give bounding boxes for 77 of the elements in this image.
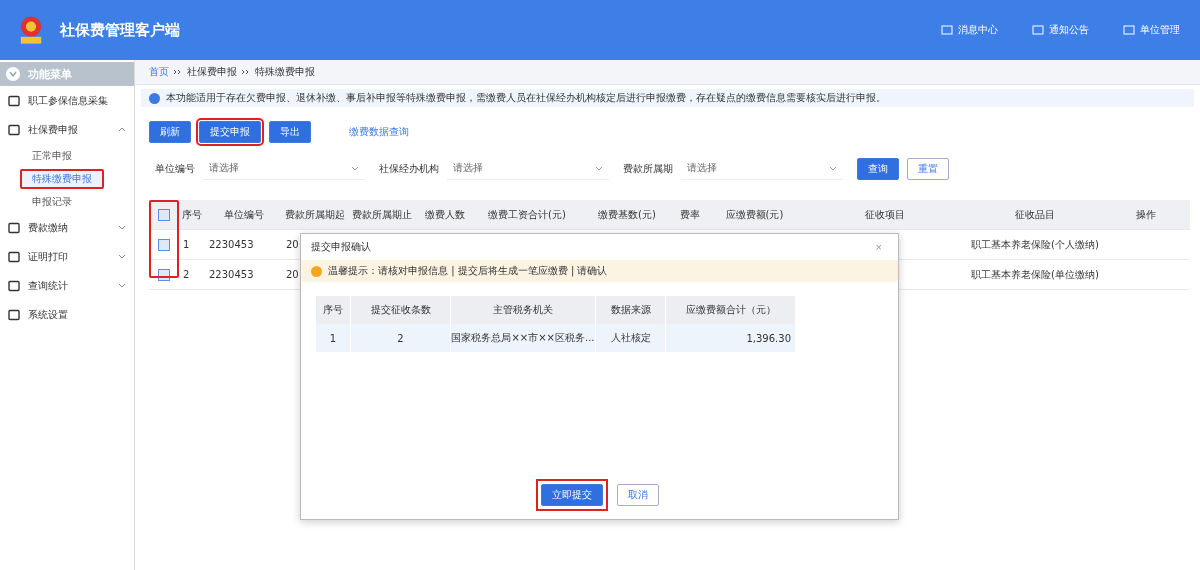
column-header: 缴费基数(元) <box>597 207 657 222</box>
header-link[interactable]: 通知公告 <box>1026 22 1095 38</box>
submenu-item[interactable]: 申报记录 <box>20 191 84 212</box>
checkbox[interactable] <box>158 238 170 251</box>
dialog-button[interactable]: 取消 <box>616 484 659 506</box>
window-icon <box>941 24 953 36</box>
table-cell: 2 <box>351 324 451 352</box>
submenu-item[interactable]: 特殊缴费申报 <box>20 168 104 189</box>
filter-button[interactable]: 查询 <box>857 157 899 180</box>
filter-label: 单位编号 <box>155 161 195 176</box>
folder-icon <box>8 123 20 136</box>
warning-text: 温馨提示：请核对申报信息 | 提交后将生成一笔应缴费 | 请确认 <box>328 264 608 278</box>
breadcrumb-link[interactable]: 首页 <box>149 65 169 79</box>
table-cell-text: 职工基本养老保险(个人缴纳) <box>970 237 1100 252</box>
table-cell-text: 2230453 <box>208 268 255 282</box>
menu-item[interactable]: 社保费申报 <box>0 115 134 144</box>
toolbar-button[interactable]: 刷新 <box>149 121 191 143</box>
folder-icon <box>8 221 20 234</box>
column-header: 单位编号 <box>222 207 265 222</box>
table-cell-text: 2230453 <box>208 238 255 252</box>
table-cell: 20 <box>286 239 299 250</box>
column-header: 费率 <box>678 207 701 222</box>
header-link[interactable]: 消息中心 <box>935 22 1004 38</box>
warning-icon <box>311 265 322 277</box>
column-header: 费款所属期止 <box>351 207 413 222</box>
menu-item[interactable]: 查询统计 <box>0 271 134 300</box>
table-cell: 20 <box>286 269 299 280</box>
table-cell: 人社核定 <box>596 324 666 352</box>
column-header: 缴费工资合计(元) <box>487 207 567 222</box>
window-icon <box>1032 24 1044 36</box>
folder-icon <box>8 279 20 292</box>
header-link[interactable]: 单位管理 <box>1117 22 1186 38</box>
column-header: 应缴费额(元) <box>724 207 785 222</box>
select-field[interactable]: 请选择 <box>203 157 365 180</box>
table-cell-text: 2 <box>182 268 191 282</box>
close-button[interactable]: × <box>869 240 888 254</box>
dialog-button[interactable]: 立即提交 <box>540 484 603 506</box>
select-field[interactable]: 请选择 <box>447 157 609 180</box>
folder-icon <box>8 250 20 263</box>
notice-text: 本功能适用于存在欠费申报、退休补缴、事后补申报等特殊缴费申报，需缴费人员在社保经办机构核定后进行申报缴费，存在疑点的缴费信息需要核实后进行申报。 <box>166 91 886 105</box>
table-cell: 1 <box>316 324 351 352</box>
folder-icon <box>8 94 20 107</box>
toolbar-button[interactable]: 导出 <box>269 121 311 143</box>
caret-icon <box>829 165 837 171</box>
chevron-icon <box>6 67 20 81</box>
table-cell-text: 1 <box>182 238 191 252</box>
column-header: 征收项目 <box>863 207 906 222</box>
column-header: 序号 <box>181 207 203 222</box>
table-cell: 1,396.30 <box>666 324 796 352</box>
column-header: 费款所属期起 <box>283 207 346 222</box>
double-chevron-icon <box>173 69 183 75</box>
menu-item[interactable]: 证明打印 <box>0 242 134 271</box>
column-header: 征收品目 <box>1013 207 1056 222</box>
app-title: 社保费管理客户端 <box>60 20 180 40</box>
folder-icon <box>8 308 20 321</box>
submenu-item[interactable]: 正常申报 <box>20 145 84 166</box>
double-chevron-icon <box>241 69 251 75</box>
filter-button[interactable]: 重置 <box>907 157 949 180</box>
info-icon <box>149 92 160 104</box>
filter-label: 社保经办机构 <box>379 161 439 176</box>
select-field[interactable]: 请选择 <box>681 157 843 180</box>
table-cell-text: 职工基本养老保险(单位缴纳) <box>970 267 1100 282</box>
caret-icon <box>595 165 603 171</box>
window-icon <box>1123 24 1135 36</box>
caret-icon <box>351 165 359 171</box>
query-link[interactable]: 缴费数据查询 <box>349 125 409 139</box>
menu-item[interactable]: 费款缴纳 <box>0 213 134 242</box>
menu-title: 功能菜单 <box>28 66 72 82</box>
toolbar-button[interactable]: 提交申报 <box>199 121 261 143</box>
breadcrumb-link[interactable]: 社保费申报 <box>187 65 237 79</box>
filter-label: 费款所属期 <box>623 161 673 176</box>
table-cell: 国家税务总局××市××区税务... <box>451 324 596 352</box>
column-header: 操作 <box>1135 207 1157 222</box>
menu-item[interactable]: 职工参保信息采集 <box>0 86 134 115</box>
menu-item[interactable]: 系统设置 <box>0 300 134 329</box>
dialog-title: 提交申报确认 <box>311 240 371 254</box>
column-header: 缴费人数 <box>423 207 466 222</box>
